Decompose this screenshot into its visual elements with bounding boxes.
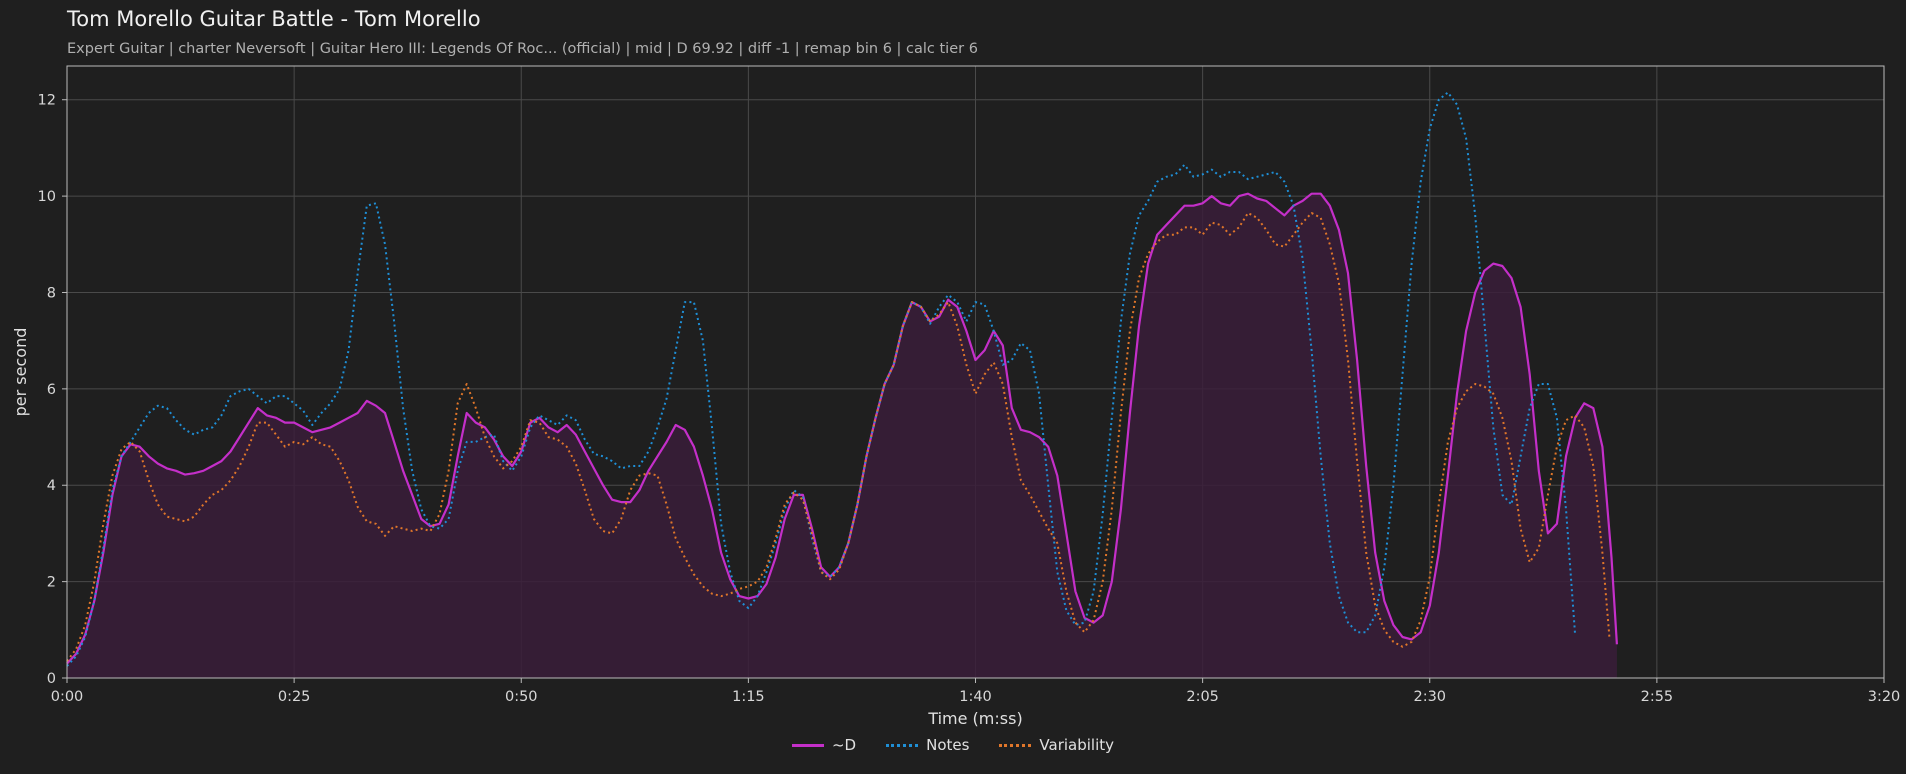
x-axis-label: Time (m:ss) <box>927 709 1022 728</box>
legend-swatch-notes <box>886 743 919 747</box>
area-fills <box>67 193 1617 678</box>
legend-swatch-d <box>791 743 824 747</box>
legend-label-variability: Variability <box>1039 736 1115 754</box>
x-tick-label: 0:50 <box>505 689 538 705</box>
legend-item-d: ~D <box>791 736 857 754</box>
y-tick-label: 12 <box>38 93 56 109</box>
y-tick-label: 10 <box>38 189 56 205</box>
legend-swatch-variability <box>999 743 1032 747</box>
x-tick-label: 2:30 <box>1413 689 1446 705</box>
chart-canvas: 0:00 0:25 0:50 1:15 1:40 2:05 2:30 2:55 3:20 0 2 4 6… <box>11 65 1901 728</box>
y-tick-label: 8 <box>47 285 56 301</box>
x-tick-label: 0:00 <box>51 689 84 705</box>
x-tick-label: 0:25 <box>278 689 311 705</box>
x-tick-label: 1:40 <box>959 689 992 705</box>
legend-label-notes: Notes <box>926 736 970 754</box>
legend-item-notes: Notes <box>886 736 969 754</box>
y-axis-label: per second <box>11 328 30 417</box>
x-tick-label: 1:15 <box>732 689 765 705</box>
legend: ~D Notes Variability <box>0 736 1906 754</box>
legend-item-variability: Variability <box>999 736 1114 754</box>
x-tick-label: 2:55 <box>1641 689 1674 705</box>
legend-label-d: ~D <box>831 736 857 754</box>
y-tick-label: 2 <box>47 575 56 591</box>
x-tick-label: 3:20 <box>1868 689 1901 705</box>
x-tick-label: 2:05 <box>1186 689 1219 705</box>
y-tick-label: 6 <box>47 382 56 398</box>
y-tick-label: 4 <box>47 478 56 494</box>
series-fill-d <box>67 193 1617 678</box>
y-tick-label: 0 <box>47 671 56 687</box>
